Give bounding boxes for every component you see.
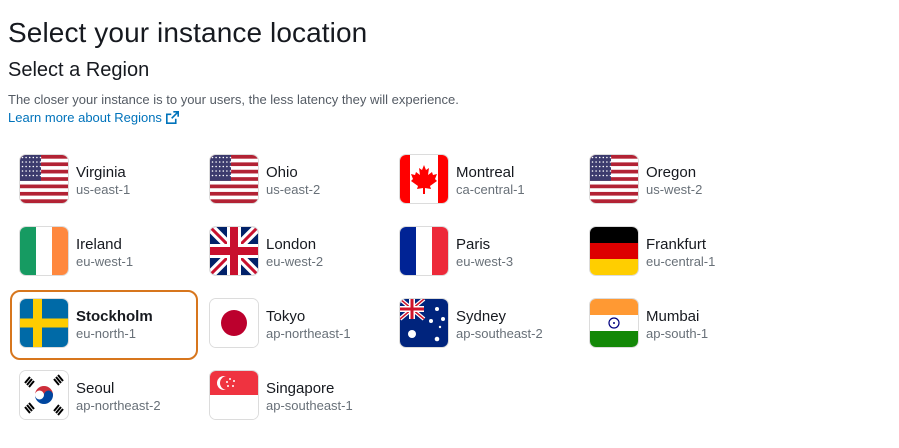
region-tile-us-east-2[interactable]: Ohio us-east-2	[200, 146, 388, 216]
learn-more-link[interactable]: Learn more about Regions	[8, 110, 179, 125]
region-name: Singapore	[266, 380, 335, 397]
region-tile-ap-southeast-1[interactable]: Singapore ap-southeast-1	[200, 362, 388, 432]
region-tile-eu-west-1[interactable]: Ireland eu-west-1	[10, 218, 198, 288]
region-tile-us-west-2[interactable]: Oregon us-west-2	[580, 146, 768, 216]
learn-more-label: Learn more about Regions	[8, 110, 162, 125]
region-tile-eu-central-1[interactable]: Frankfurt eu-central-1	[580, 218, 768, 288]
region-code: eu-north-1	[76, 326, 136, 341]
region-name: Ohio	[266, 164, 298, 181]
region-name: Oregon	[646, 164, 697, 181]
ireland-flag-icon	[20, 227, 68, 275]
germany-flag-icon	[590, 227, 638, 275]
korea-flag-icon	[20, 371, 68, 419]
region-code: eu-west-2	[266, 254, 324, 269]
region-name: Paris	[456, 236, 491, 253]
canada-flag-icon	[400, 155, 448, 203]
region-grid: Virginia us-east-1 Ohio us-east-2 Montreal c…	[10, 146, 770, 434]
sweden-flag-icon	[20, 299, 68, 347]
region-code: ca-central-1	[456, 182, 525, 197]
region-tile-ap-northeast-2[interactable]: Seoul ap-northeast-2	[10, 362, 198, 432]
region-tile-us-east-1[interactable]: Virginia us-east-1	[10, 146, 198, 216]
region-name: Tokyo	[266, 308, 306, 325]
page-title: Select your instance location	[8, 17, 368, 48]
usa-flag-icon	[590, 155, 638, 203]
india-flag-icon	[590, 299, 638, 347]
region-code: ap-south-1	[646, 326, 709, 341]
region-tile-eu-west-2[interactable]: London eu-west-2	[200, 218, 388, 288]
region-name: Mumbai	[646, 308, 700, 325]
uk-flag-icon	[210, 227, 258, 275]
region-name: Stockholm	[76, 308, 153, 325]
region-code: ap-northeast-2	[76, 398, 161, 413]
region-code: eu-central-1	[646, 254, 716, 269]
section-subtitle: Select a Region	[8, 59, 150, 81]
region-tile-eu-west-3[interactable]: Paris eu-west-3	[390, 218, 578, 288]
region-code: ap-northeast-1	[266, 326, 351, 341]
france-flag-icon	[400, 227, 448, 275]
region-code: ap-southeast-1	[266, 398, 353, 413]
japan-flag-icon	[210, 299, 258, 347]
usa-flag-icon	[20, 155, 68, 203]
singapore-flag-icon	[210, 371, 258, 419]
region-name: London	[266, 236, 317, 253]
region-name: Seoul	[76, 380, 115, 397]
region-name: Sydney	[456, 308, 507, 325]
region-code: eu-west-1	[76, 254, 134, 269]
region-code: us-east-1	[76, 182, 131, 197]
region-code: us-east-2	[266, 182, 321, 197]
region-tile-ap-southeast-2[interactable]: Sydney ap-southeast-2	[390, 290, 578, 360]
region-tile-eu-north-1[interactable]: Stockholm eu-north-1	[10, 290, 198, 360]
region-code: ap-southeast-2	[456, 326, 543, 341]
region-code: eu-west-3	[456, 254, 514, 269]
region-name: Ireland	[76, 236, 122, 253]
region-tile-ca-central-1[interactable]: Montreal ca-central-1	[390, 146, 578, 216]
region-description: The closer your instance is to your user…	[8, 92, 459, 107]
australia-flag-icon	[400, 299, 448, 347]
region-code: us-west-2	[646, 182, 703, 197]
region-name: Virginia	[76, 164, 126, 181]
region-name: Montreal	[456, 164, 515, 181]
region-name: Frankfurt	[646, 236, 707, 253]
region-tile-ap-south-1[interactable]: Mumbai ap-south-1	[580, 290, 768, 360]
region-tile-ap-northeast-1[interactable]: Tokyo ap-northeast-1	[200, 290, 388, 360]
external-link-icon	[165, 111, 179, 124]
usa-flag-icon	[210, 155, 258, 203]
